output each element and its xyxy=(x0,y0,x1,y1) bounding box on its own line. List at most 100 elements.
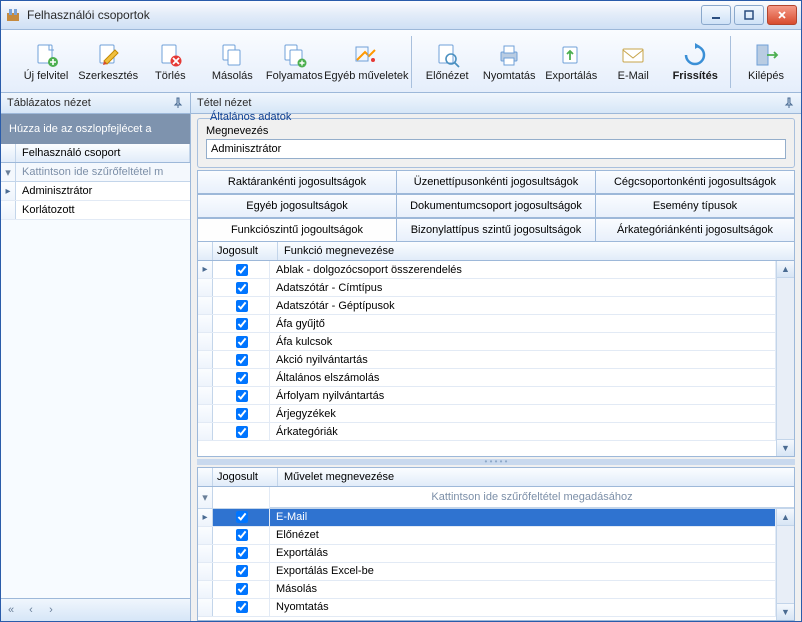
table-row[interactable]: Áfa gyűjtő xyxy=(198,315,776,333)
col-funkcio[interactable]: Funkció megnevezése xyxy=(278,242,794,260)
table-row[interactable]: Árjegyzékek xyxy=(198,405,776,423)
export-icon xyxy=(558,42,584,68)
table-row[interactable]: Akció nyilvántartás xyxy=(198,351,776,369)
jogosult-checkbox[interactable] xyxy=(236,372,248,384)
tab-ceg[interactable]: Cégcsoportonkénti jogosultságok xyxy=(596,170,795,193)
tab-raktar[interactable]: Raktárankénti jogosultságok xyxy=(197,170,397,193)
jogosult-checkbox[interactable] xyxy=(236,547,248,559)
jogosult-checkbox[interactable] xyxy=(236,354,248,366)
detail-panel-title: Tétel nézet xyxy=(197,97,251,109)
preview-button[interactable]: Előnézet xyxy=(416,32,478,92)
tab-dokumentum[interactable]: Dokumentumcsoport jogosultságok xyxy=(397,194,596,217)
edit-button[interactable]: Szerkesztés xyxy=(77,32,139,92)
scroll-up-icon[interactable]: ▲ xyxy=(777,509,794,526)
row-label: Exportálás xyxy=(270,545,776,562)
scroll-up-icon[interactable]: ▲ xyxy=(777,261,794,278)
group-legend: Általános adatok xyxy=(206,111,295,123)
row-label: Előnézet xyxy=(270,527,776,544)
table-row[interactable]: Árfolyam nyilvántartás xyxy=(198,387,776,405)
col-jogosult[interactable]: Jogosult xyxy=(213,242,278,260)
export-button[interactable]: Exportálás xyxy=(540,32,602,92)
table-row[interactable]: Adatszótár - Címtípus xyxy=(198,279,776,297)
tab-uzenet[interactable]: Üzenettípusonkénti jogosultságok xyxy=(397,170,596,193)
row-label: Árfolyam nyilvántartás xyxy=(270,387,776,404)
delete-button[interactable]: Törlés xyxy=(139,32,201,92)
jogosult-checkbox[interactable] xyxy=(236,565,248,577)
table-row[interactable]: Árkategóriák xyxy=(198,423,776,441)
nav-first-button[interactable]: « xyxy=(2,601,20,619)
jogosult-checkbox[interactable] xyxy=(236,583,248,595)
scrollbar[interactable]: ▲▼ xyxy=(776,261,794,456)
table-row[interactable]: ▸Ablak - dolgozócsoport összerendelés xyxy=(198,261,776,279)
table-row[interactable]: Áfa kulcsok xyxy=(198,333,776,351)
table-row[interactable]: Másolás xyxy=(198,581,776,599)
name-input[interactable] xyxy=(206,139,786,159)
col-muvelet[interactable]: Művelet megnevezése xyxy=(278,468,794,486)
table-row[interactable]: Adatszótár - Géptípusok xyxy=(198,297,776,315)
functions-grid: Jogosult Funkció megnevezése ▸Ablak - do… xyxy=(197,241,795,457)
jogosult-checkbox[interactable] xyxy=(236,300,248,312)
filter-icon: ▾ xyxy=(1,163,16,181)
nav-prev-button[interactable]: ‹ xyxy=(22,601,40,619)
left-filter-row[interactable]: ▾ Kattintson ide szűrőfeltétel m xyxy=(1,163,190,182)
table-row[interactable]: Előnézet xyxy=(198,527,776,545)
scrollbar[interactable]: ▲▼ xyxy=(776,509,794,621)
left-col-header[interactable]: Felhasználó csoport xyxy=(16,144,190,162)
copy-button[interactable]: Másolás xyxy=(201,32,263,92)
pin-icon[interactable] xyxy=(172,97,184,109)
maximize-button[interactable] xyxy=(734,5,764,25)
other-ops-button[interactable]: Egyéb műveletek xyxy=(325,32,407,92)
jogosult-checkbox[interactable] xyxy=(236,426,248,438)
row-header-corner xyxy=(198,242,213,260)
jogosult-checkbox[interactable] xyxy=(236,601,248,613)
permission-tabs: Raktárankénti jogosultságok Üzenettípuso… xyxy=(197,170,795,241)
detail-panel: Tétel nézet Általános adatok Megnevezés … xyxy=(191,93,801,621)
refresh-button[interactable]: Frissítés xyxy=(664,32,726,92)
row-label: Akció nyilvántartás xyxy=(270,351,776,368)
jogosult-checkbox[interactable] xyxy=(236,336,248,348)
left-nav-footer: « ‹ › xyxy=(1,598,190,621)
left-panel: Táblázatos nézet Húzza ide az oszlopfejl… xyxy=(1,93,191,621)
scroll-down-icon[interactable]: ▼ xyxy=(777,603,794,620)
row-label: Áfa gyűjtő xyxy=(270,315,776,332)
table-row[interactable]: Exportálás Excel-be xyxy=(198,563,776,581)
row-label: Árjegyzékek xyxy=(270,405,776,422)
table-row[interactable]: Nyomtatás xyxy=(198,599,776,617)
table-row[interactable]: Általános elszámolás xyxy=(198,369,776,387)
jogosult-checkbox[interactable] xyxy=(236,529,248,541)
col-jogosult[interactable]: Jogosult xyxy=(213,468,278,486)
jogosult-checkbox[interactable] xyxy=(236,390,248,402)
tab-bizonylat[interactable]: Bizonylattípus szintű jogosultságok xyxy=(397,218,596,241)
jogosult-checkbox[interactable] xyxy=(236,282,248,294)
nav-next-button[interactable]: › xyxy=(42,601,60,619)
close-button[interactable] xyxy=(767,5,797,25)
email-icon xyxy=(620,42,646,68)
table-row[interactable]: ▸E-Mail xyxy=(198,509,776,527)
scroll-down-icon[interactable]: ▼ xyxy=(777,439,794,456)
jogosult-checkbox[interactable] xyxy=(236,511,248,523)
pin-icon[interactable] xyxy=(783,97,795,109)
print-button[interactable]: Nyomtatás xyxy=(478,32,540,92)
left-row[interactable]: ▸ Adminisztrátor xyxy=(1,182,190,201)
minimize-button[interactable] xyxy=(701,5,731,25)
exit-button[interactable]: Kilépés xyxy=(735,32,797,92)
jogosult-checkbox[interactable] xyxy=(236,408,248,420)
table-row[interactable]: Exportálás xyxy=(198,545,776,563)
left-row[interactable]: Korlátozott xyxy=(1,201,190,220)
jogosult-checkbox[interactable] xyxy=(236,264,248,276)
email-button[interactable]: E-Mail xyxy=(602,32,664,92)
group-drop-area[interactable]: Húzza ide az oszlopfejlécet a xyxy=(1,114,190,144)
tab-funkcio[interactable]: Funkciószintű jogoultságok xyxy=(197,218,397,242)
tab-egyeb[interactable]: Egyéb jogosultságok xyxy=(197,194,397,217)
tab-esemeny[interactable]: Esemény típusok xyxy=(596,194,795,217)
new-button[interactable]: Új felvitel xyxy=(15,32,77,92)
tab-arkategoria[interactable]: Árkategóriánkénti jogosultságok xyxy=(596,218,795,241)
splitter[interactable]: • • • • • xyxy=(197,459,795,465)
jogosult-checkbox[interactable] xyxy=(236,318,248,330)
row-label: Másolás xyxy=(270,581,776,598)
row-header-corner xyxy=(198,468,213,486)
continuous-button[interactable]: Folyamatos xyxy=(263,32,325,92)
grid2-filter-row[interactable]: Kattintson ide szűrőfeltétel megadásához xyxy=(270,487,794,508)
left-grid-header: Felhasználó csoport xyxy=(1,144,190,163)
delete-icon xyxy=(157,42,183,68)
